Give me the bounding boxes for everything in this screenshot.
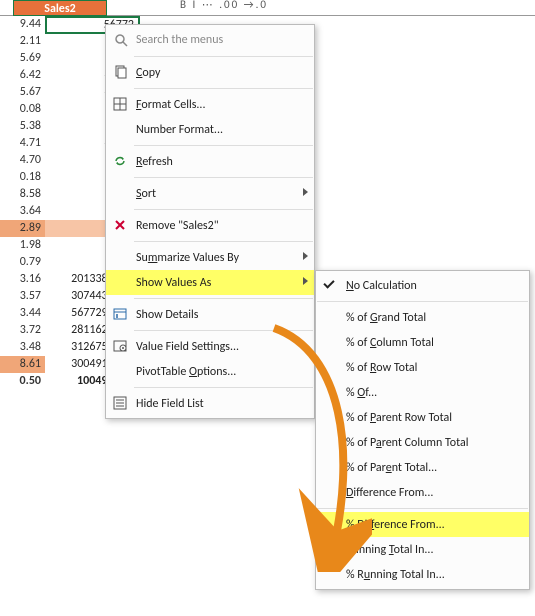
menu-item[interactable]: Number Format...: [106, 117, 314, 142]
submenu-item[interactable]: % Running Total In...: [316, 562, 529, 587]
submenu-item[interactable]: % of Parent Column Total: [316, 430, 529, 455]
context-menu: Search the menus Copy Format Cells... Numb…: [105, 24, 315, 419]
menu-item-label: Hide Field List: [136, 397, 204, 411]
menu-item[interactable]: Hide Field List: [106, 391, 314, 416]
submenu-item-label: Difference From...: [346, 486, 433, 500]
menu-item-label: Show Values As: [136, 276, 211, 290]
toolbar-fragment: B I ⋯ .00 →.0: [180, 0, 268, 11]
search-placeholder: Search the menus: [136, 33, 223, 47]
submenu-item[interactable]: % of Column Total: [316, 330, 529, 355]
submenu-item[interactable]: % Difference From...: [316, 512, 529, 537]
refresh-icon: [112, 153, 128, 169]
remove-icon: [112, 217, 128, 233]
menu-separator: [317, 508, 528, 509]
show-details-icon: [112, 306, 128, 322]
cell-col-a[interactable]: 8.61: [0, 356, 45, 373]
cell-col-a[interactable]: 6.42: [0, 67, 45, 84]
checkmark-icon: [324, 278, 336, 290]
menu-separator: [134, 298, 313, 299]
submenu-item-label: % Of...: [346, 386, 377, 400]
menu-search[interactable]: Search the menus: [106, 27, 314, 53]
cell-col-a[interactable]: 3.44: [0, 305, 45, 322]
menu-item[interactable]: Summarize Values By: [106, 245, 314, 270]
menu-item[interactable]: Show Values As: [106, 270, 314, 295]
menu-item[interactable]: Format Cells...: [106, 92, 314, 117]
chevron-right-icon: [303, 277, 308, 285]
cell-col-a[interactable]: 3.57: [0, 288, 45, 305]
submenu-item-label: % of Row Total: [346, 361, 417, 375]
menu-item-label: Remove "Sales2": [136, 219, 219, 233]
cell-col-a[interactable]: 1.98: [0, 237, 45, 254]
submenu-item-label: % of Parent Total...: [346, 461, 437, 475]
cell-col-a[interactable]: 5.38: [0, 118, 45, 135]
submenu-item[interactable]: % Of...: [316, 380, 529, 405]
menu-separator: [134, 241, 313, 242]
menu-separator: [134, 56, 313, 57]
cell-col-a[interactable]: 5.67: [0, 84, 45, 101]
cell-col-a[interactable]: 0.08: [0, 101, 45, 118]
menu-item[interactable]: Show Details: [106, 302, 314, 327]
submenu-item[interactable]: % of Parent Total...: [316, 455, 529, 480]
menu-separator: [134, 177, 313, 178]
submenu-item-label: No Calculation: [346, 279, 417, 293]
submenu-item[interactable]: Running Total In...: [316, 537, 529, 562]
menu-separator: [134, 330, 313, 331]
submenu-item-label: % Running Total In...: [346, 568, 445, 582]
menu-item[interactable]: Remove "Sales2": [106, 213, 314, 238]
menu-item-label: Copy: [136, 66, 160, 80]
show-values-as-submenu: No Calculation % of Grand Total % of Colum…: [315, 270, 530, 590]
menu-separator: [134, 387, 313, 388]
submenu-item[interactable]: % of Row Total: [316, 355, 529, 380]
cell-col-a[interactable]: 3.72: [0, 322, 45, 339]
cell-col-a[interactable]: 5.69: [0, 50, 45, 67]
menu-item[interactable]: PivotTable Options...: [106, 359, 314, 384]
menu-item-label: Value Field Settings...: [136, 340, 239, 354]
submenu-item-label: % of Parent Row Total: [346, 411, 452, 425]
submenu-item[interactable]: Difference From...: [316, 480, 529, 505]
menu-separator: [134, 145, 313, 146]
menu-separator: [317, 301, 528, 302]
field-list-icon: [112, 395, 128, 411]
cell-col-a[interactable]: 4.70: [0, 152, 45, 169]
menu-item[interactable]: Value Field Settings...: [106, 334, 314, 359]
cell-col-a[interactable]: 0.50: [0, 373, 45, 390]
submenu-item[interactable]: % of Grand Total: [316, 305, 529, 330]
chevron-right-icon: [303, 188, 308, 196]
search-icon: [114, 33, 128, 47]
submenu-item[interactable]: % of Parent Row Total: [316, 405, 529, 430]
cell-col-a[interactable]: 3.16: [0, 271, 45, 288]
menu-item-label: Format Cells...: [136, 98, 205, 112]
menu-separator: [134, 88, 313, 89]
cell-col-a[interactable]: 0.18: [0, 169, 45, 186]
cell-col-a[interactable]: 0.79: [0, 254, 45, 271]
menu-separator: [134, 209, 313, 210]
menu-item[interactable]: Refresh: [106, 149, 314, 174]
cell-col-a[interactable]: 3.48: [0, 339, 45, 356]
menu-item-label: Show Details: [136, 308, 199, 322]
submenu-item-label: % of Grand Total: [346, 311, 426, 325]
submenu-item[interactable]: No Calculation: [316, 273, 529, 298]
submenu-item-label: % of Parent Column Total: [346, 436, 468, 450]
submenu-item-label: % Difference From...: [346, 518, 445, 532]
format-cells-icon: [112, 96, 128, 112]
cell-col-a[interactable]: 9.44: [0, 16, 45, 33]
menu-item-label: Sort: [136, 187, 156, 201]
submenu-item-label: Running Total In...: [346, 543, 433, 557]
field-settings-icon: [112, 338, 128, 354]
cell-col-a[interactable]: 2.89: [0, 220, 45, 237]
cell-col-a[interactable]: 2.11: [0, 33, 45, 50]
menu-item-label: Number Format...: [136, 123, 223, 137]
menu-item[interactable]: Sort: [106, 181, 314, 206]
copy-icon: [112, 64, 128, 80]
menu-item-label: Summarize Values By: [136, 251, 239, 265]
submenu-item-label: % of Column Total: [346, 336, 434, 350]
cell-col-a[interactable]: 8.58: [0, 186, 45, 203]
menu-item[interactable]: Copy: [106, 60, 314, 85]
menu-item-label: PivotTable Options...: [136, 365, 236, 379]
column-header-sales2[interactable]: Sales2: [13, 0, 107, 16]
cell-col-a[interactable]: 3.64: [0, 203, 45, 220]
menu-item-label: Refresh: [136, 155, 173, 169]
cell-col-a[interactable]: 4.71: [0, 135, 45, 152]
chevron-right-icon: [303, 252, 308, 260]
